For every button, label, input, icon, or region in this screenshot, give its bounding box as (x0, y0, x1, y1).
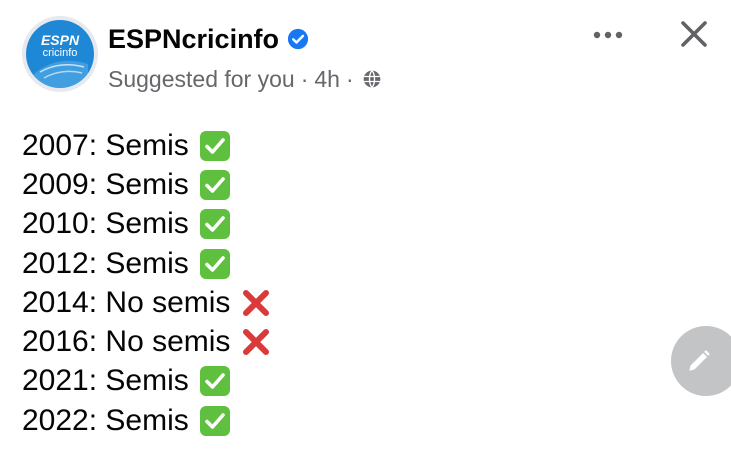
line-text: 2016: No semis (22, 325, 231, 359)
meta-separator: · (345, 65, 354, 92)
list-item: 2010: Semis (22, 205, 272, 244)
cross-mark-icon (243, 329, 270, 356)
pencil-icon (689, 350, 710, 371)
check-mark-icon (199, 169, 230, 200)
post-timestamp[interactable]: 4h (314, 66, 340, 93)
check-mark-icon (199, 209, 230, 240)
list-item: 2014: No semis (22, 283, 272, 322)
line-text: 2009: Semis (22, 167, 189, 201)
list-item: 2012: Semis (22, 244, 272, 283)
line-text: 2022: Semis (22, 403, 189, 437)
facebook-post: ESPN cricinfo ESPNcricinfo Suggested for… (0, 0, 731, 457)
logo-espn-text: ESPN (40, 32, 80, 48)
globe-icon[interactable] (362, 69, 382, 89)
cross-mark-icon (243, 289, 270, 316)
check-mark-icon (199, 248, 230, 279)
line-text: 2014: No semis (22, 285, 231, 319)
list-item: 2022: Semis (22, 401, 272, 440)
check-mark-icon (199, 366, 230, 397)
check-mark-icon (199, 130, 230, 161)
espncricinfo-logo: ESPN cricinfo (26, 20, 94, 88)
list-item: 2009: Semis (22, 165, 272, 204)
verified-badge-icon (287, 28, 309, 50)
line-text: 2007: Semis (22, 128, 189, 162)
meta-separator: · (300, 65, 309, 92)
close-icon (681, 21, 707, 47)
check-mark-icon (199, 405, 230, 436)
post-meta-row: Suggested for you · 4h · (108, 62, 382, 96)
logo-cricinfo-text: cricinfo (42, 47, 78, 59)
page-name-link[interactable]: ESPNcricinfo (108, 24, 279, 55)
more-options-icon (593, 31, 623, 39)
list-item: 2007: Semis (22, 126, 272, 165)
page-avatar[interactable]: ESPN cricinfo (22, 16, 98, 92)
list-item: 2016: No semis (22, 322, 272, 361)
post-header-name-row: ESPNcricinfo (108, 22, 309, 56)
list-item: 2021: Semis (22, 362, 272, 401)
suggested-label: Suggested for you (108, 65, 295, 92)
post-text-body: 2007: Semis 2009: Semis 2010: Semis 2012… (22, 126, 272, 440)
line-text: 2010: Semis (22, 207, 189, 241)
edit-floating-button[interactable] (671, 326, 731, 396)
line-text: 2021: Semis (22, 364, 189, 398)
close-button[interactable] (672, 14, 716, 54)
line-text: 2012: Semis (22, 246, 189, 280)
more-options-button[interactable] (588, 18, 628, 52)
